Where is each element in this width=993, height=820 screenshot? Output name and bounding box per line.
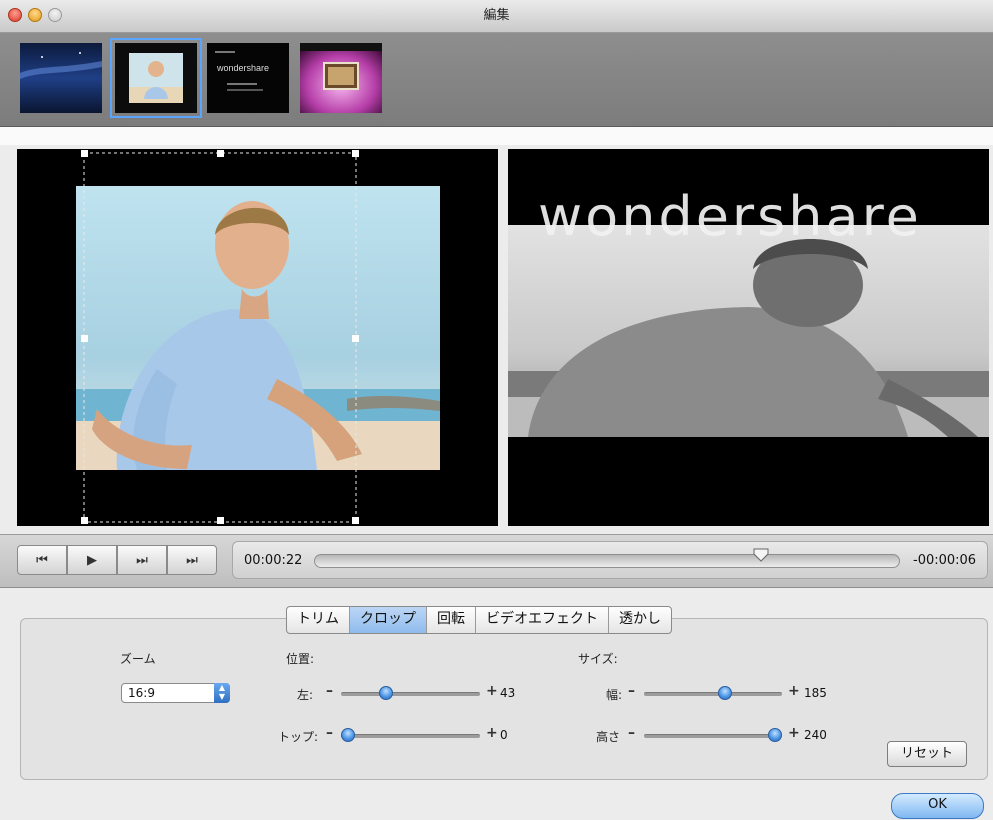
title-bar: 編集 <box>0 0 993 33</box>
divider <box>0 127 993 145</box>
remaining-time: -00:00:06 <box>913 553 977 568</box>
crop-handle-top-left[interactable] <box>81 150 88 157</box>
ok-button[interactable]: OK <box>891 793 984 819</box>
play-icon: ▶ <box>87 552 97 568</box>
go-to-end-button[interactable]: ⏭ <box>167 545 217 575</box>
height-minus-icon[interactable]: – <box>628 725 635 741</box>
transport-bar: ⏮ ▶ ⏭ ⏭ 00:00:22 -00:00:06 <box>0 534 993 588</box>
original-video-frame <box>76 152 440 523</box>
crop-handle-bottom[interactable] <box>217 517 224 524</box>
pink-desktop-image <box>300 43 382 113</box>
go-to-start-button[interactable]: ⏮ <box>17 545 67 575</box>
skip-to-start-icon: ⏮ <box>36 552 48 568</box>
fast-forward-icon: ⏭ <box>136 552 148 568</box>
height-label: 高さ <box>596 730 621 744</box>
thumbnail-night-scene[interactable] <box>20 43 102 113</box>
tab-video-effect[interactable]: ビデオエフェクト <box>476 607 609 633</box>
edit-tabs: トリム クロップ 回転 ビデオエフェクト 透かし <box>286 606 672 634</box>
reset-button[interactable]: リセット <box>887 741 967 767</box>
timeline-slider[interactable] <box>314 554 900 568</box>
top-slider[interactable] <box>341 734 480 738</box>
width-value: 185 <box>804 686 827 700</box>
height-value: 240 <box>804 728 827 742</box>
current-time: 00:00:22 <box>244 553 303 568</box>
next-frame-button[interactable]: ⏭ <box>117 545 167 575</box>
wondershare-title-image: wondershare <box>207 43 289 113</box>
crop-handle-bottom-left[interactable] <box>81 517 88 524</box>
tab-watermark[interactable]: 透かし <box>609 607 671 633</box>
thumbnail-pink-desktop[interactable] <box>300 43 382 113</box>
width-minus-icon[interactable]: – <box>628 683 635 699</box>
boy-photo-image <box>115 43 197 113</box>
left-value: 43 <box>500 686 516 700</box>
crop-handle-top-right[interactable] <box>352 150 359 157</box>
width-slider[interactable] <box>644 692 782 696</box>
zoom-label: ズーム <box>120 652 156 666</box>
thumbnail-boy-photo[interactable] <box>110 38 202 118</box>
output-preview-panel: wondershare <box>508 149 989 526</box>
thumbnail-wondershare-title[interactable]: wondershare <box>207 43 289 113</box>
height-slider[interactable] <box>644 734 782 738</box>
width-plus-icon[interactable]: + <box>788 683 800 699</box>
left-slider[interactable] <box>341 692 480 696</box>
watermark-text: wondershare <box>538 185 922 248</box>
left-minus-icon[interactable]: – <box>326 683 333 699</box>
top-minus-icon[interactable]: – <box>326 725 333 741</box>
crop-handle-top[interactable] <box>217 150 224 157</box>
left-plus-icon[interactable]: + <box>486 683 498 699</box>
tab-crop[interactable]: クロップ <box>350 607 427 633</box>
window-title: 編集 <box>483 8 510 23</box>
top-slider-knob[interactable] <box>341 728 355 742</box>
crop-preview-panel[interactable] <box>17 149 498 526</box>
clip-thumbnail-strip: wondershare <box>0 33 993 127</box>
zoom-select[interactable]: 16:9 ▲ ▼ <box>121 683 230 703</box>
night-scene-image <box>20 43 102 113</box>
height-plus-icon[interactable]: + <box>788 725 800 741</box>
left-slider-knob[interactable] <box>378 686 393 700</box>
playhead-handle[interactable] <box>753 548 769 565</box>
select-arrows-icon: ▲ ▼ <box>214 683 230 703</box>
skip-to-end-icon: ⏭ <box>186 552 198 568</box>
left-label: 左: <box>297 688 314 702</box>
position-label: 位置: <box>286 652 315 666</box>
width-label: 幅: <box>606 688 623 702</box>
tab-trim[interactable]: トリム <box>287 607 350 633</box>
play-button[interactable]: ▶ <box>67 545 117 575</box>
tab-rotate[interactable]: 回転 <box>427 607 476 633</box>
top-label: トップ: <box>278 730 319 744</box>
svg-text:wondershare: wondershare <box>216 63 269 73</box>
zoom-value: 16:9 <box>128 686 155 700</box>
size-label: サイズ: <box>578 652 618 666</box>
crop-handle-right[interactable] <box>352 335 359 342</box>
top-plus-icon[interactable]: + <box>486 725 498 741</box>
top-value: 0 <box>500 728 508 742</box>
crop-handle-bottom-right[interactable] <box>352 517 359 524</box>
height-slider-knob[interactable] <box>768 728 782 742</box>
crop-handle-left[interactable] <box>81 335 88 342</box>
